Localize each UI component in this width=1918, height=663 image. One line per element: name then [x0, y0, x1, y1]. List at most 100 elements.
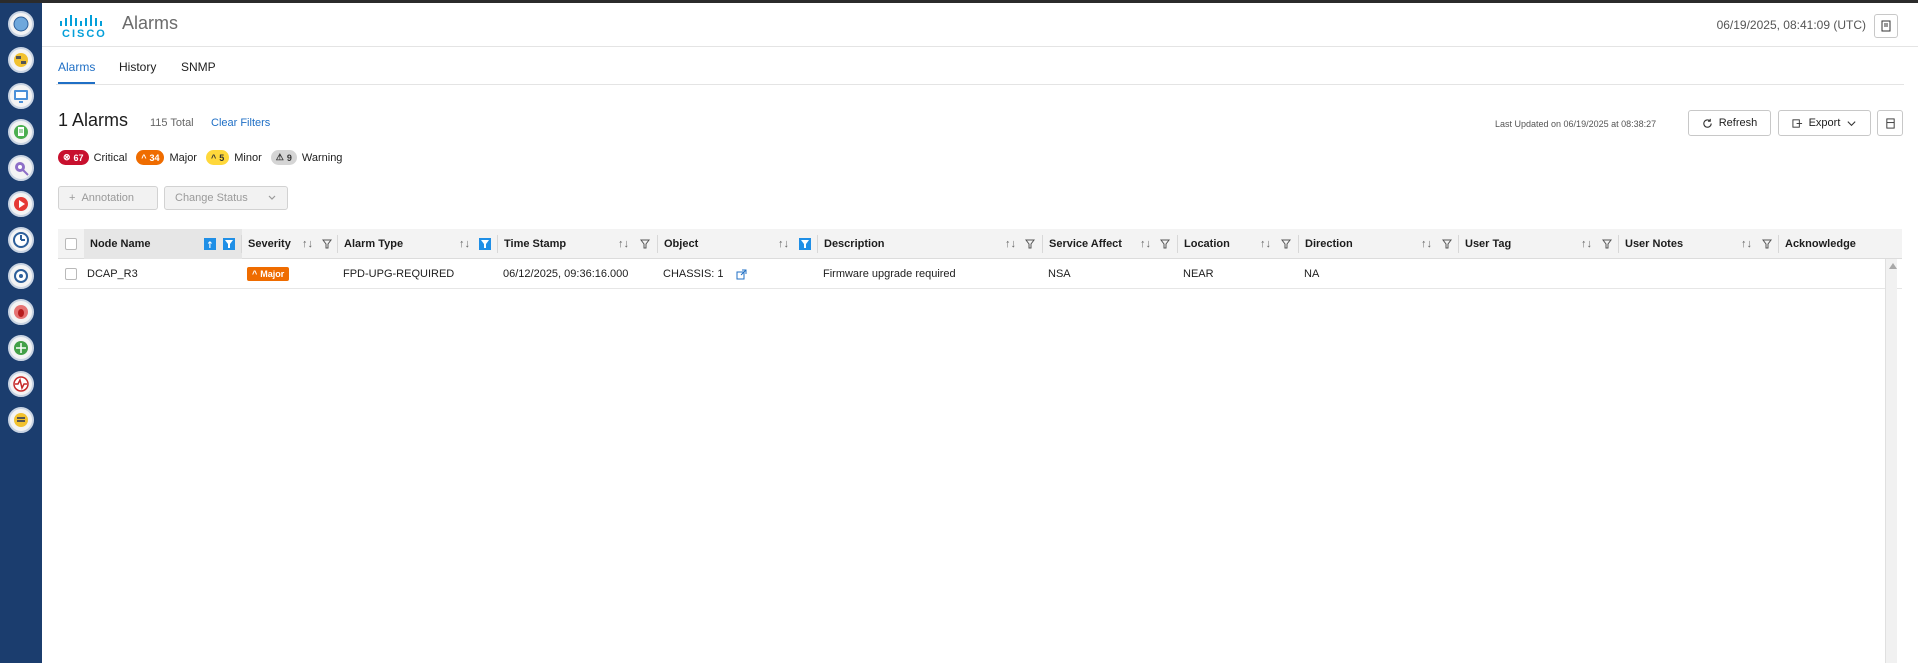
globe-icon[interactable] — [8, 11, 34, 37]
sort-icon[interactable]: ↑↓ — [1581, 238, 1592, 250]
topology-icon[interactable] — [8, 335, 34, 361]
column-direction[interactable]: Direction ↑↓ — [1299, 229, 1459, 259]
filter-icon[interactable] — [639, 238, 651, 250]
clear-filters-link[interactable]: Clear Filters — [211, 117, 270, 129]
filter-active-icon[interactable] — [799, 238, 811, 250]
sort-active-icon[interactable]: ↑ — [204, 238, 216, 250]
filter-icon[interactable] — [1024, 238, 1036, 250]
major-count: 34 — [149, 152, 160, 163]
column-object[interactable]: Object ↑↓ — [658, 229, 818, 259]
warning-icon: ⚠ — [275, 152, 284, 162]
plus-icon: + — [69, 192, 76, 204]
column-user-notes[interactable]: User Notes ↑↓ — [1619, 229, 1779, 259]
chevron-down-icon — [1847, 120, 1856, 126]
column-service-affect[interactable]: Service Affect ↑↓ — [1043, 229, 1178, 259]
column-label: User Tag — [1465, 238, 1512, 250]
header-document-button[interactable] — [1874, 14, 1898, 38]
refresh-label: Refresh — [1718, 117, 1758, 129]
annotation-button[interactable]: + Annotation — [58, 186, 158, 210]
column-label: Description — [824, 238, 885, 250]
column-label: Alarm Type — [344, 238, 404, 250]
warning-label: Warning — [301, 151, 343, 164]
filter-icon[interactable] — [1601, 238, 1613, 250]
critical-count-badge[interactable]: ⊗ 67 — [58, 150, 89, 165]
last-updated-text: Last Updated on 06/19/2025 at 08:38:27 — [1495, 119, 1657, 129]
alarms-table: Node Name ↑ Severity ↑↓ Alarm Type ↑↓ Ti… — [58, 229, 1902, 289]
bug-icon[interactable] — [8, 299, 34, 325]
sort-icon[interactable]: ↑↓ — [1421, 238, 1432, 250]
select-all-checkbox[interactable] — [65, 238, 77, 250]
row-select-cell — [58, 259, 84, 289]
minor-count-badge[interactable]: ^ 5 — [205, 150, 230, 165]
sort-icon[interactable]: ↑↓ — [302, 238, 313, 250]
filter-icon[interactable] — [1280, 238, 1292, 250]
sort-icon[interactable]: ↑↓ — [618, 238, 629, 250]
sort-icon[interactable]: ↑↓ — [1260, 238, 1271, 250]
database-icon[interactable] — [8, 407, 34, 433]
major-count-badge[interactable]: ^ 34 — [136, 150, 165, 165]
row-checkbox[interactable] — [65, 268, 77, 280]
refresh-button[interactable]: Refresh — [1688, 110, 1771, 136]
tab-snmp[interactable]: SNMP — [181, 60, 216, 74]
play-icon[interactable] — [8, 191, 34, 217]
column-description[interactable]: Description ↑↓ — [818, 229, 1043, 259]
column-acknowledge[interactable]: Acknowledge — [1779, 229, 1902, 259]
warning-count-badge[interactable]: ⚠ 9 — [270, 150, 297, 165]
page-title: Alarms — [122, 13, 179, 33]
sort-icon[interactable]: ↑↓ — [778, 238, 789, 250]
severity-summary: ⊗ 67 Critical ^ 34 Major ^ 5 Minor ⚠ 9 W… — [58, 150, 346, 165]
sort-icon[interactable]: ↑↓ — [1140, 238, 1151, 250]
filter-icon[interactable] — [1159, 238, 1171, 250]
tab-divider — [56, 84, 1904, 85]
column-time-stamp[interactable]: Time Stamp ↑↓ — [498, 229, 658, 259]
annotation-label: Annotation — [81, 192, 135, 204]
sort-icon[interactable]: ↑↓ — [459, 238, 470, 250]
logo-text: cisco — [62, 28, 107, 40]
tab-alarms[interactable]: Alarms — [58, 60, 95, 74]
column-user-tag[interactable]: User Tag ↑↓ — [1459, 229, 1619, 259]
select-all-cell — [58, 229, 84, 259]
column-label: Time Stamp — [504, 238, 567, 250]
network-devices-icon[interactable] — [8, 47, 34, 73]
filter-icon[interactable] — [1441, 238, 1453, 250]
document-icon[interactable] — [8, 119, 34, 145]
scroll-up-icon[interactable] — [1889, 263, 1897, 269]
column-alarm-type[interactable]: Alarm Type ↑↓ — [338, 229, 498, 259]
tab-history[interactable]: History — [119, 60, 156, 74]
settings-gear-icon[interactable] — [8, 263, 34, 289]
pulse-icon[interactable] — [8, 371, 34, 397]
critical-label: Critical — [93, 151, 128, 164]
export-button[interactable]: Export — [1778, 110, 1871, 136]
severity-text: Major — [260, 269, 285, 279]
sort-icon[interactable]: ↑↓ — [1005, 238, 1016, 250]
tab-bar: Alarms History SNMP — [42, 47, 1918, 85]
sort-icon[interactable]: ↑↓ — [1741, 238, 1752, 250]
column-label: Location — [1184, 238, 1230, 250]
cell-object: CHASSIS: 1 — [663, 259, 747, 289]
column-label: Acknowledge — [1785, 238, 1856, 250]
gauge-icon[interactable] — [8, 227, 34, 253]
column-label: Severity — [248, 238, 291, 250]
cell-description: Firmware upgrade required — [823, 268, 956, 280]
table-scrollbar[interactable] — [1885, 259, 1897, 663]
column-settings-button[interactable] — [1877, 110, 1903, 136]
cell-service-affect: NSA — [1048, 268, 1071, 280]
refresh-icon — [1703, 118, 1712, 128]
column-node-name[interactable]: Node Name ↑ — [84, 229, 242, 259]
filter-icon[interactable] — [321, 238, 333, 250]
filter-active-icon[interactable] — [223, 238, 235, 250]
critical-icon: ⊗ — [63, 152, 71, 162]
table-row[interactable]: DCAP_R3 ^ Major FPD-UPG-REQUIRED 06/12/2… — [58, 259, 1902, 289]
document-icon — [1881, 20, 1891, 32]
search-node-icon[interactable] — [8, 155, 34, 181]
monitor-icon[interactable] — [8, 83, 34, 109]
table-header: Node Name ↑ Severity ↑↓ Alarm Type ↑↓ Ti… — [58, 229, 1902, 259]
export-label: Export — [1808, 117, 1841, 129]
column-location[interactable]: Location ↑↓ — [1178, 229, 1299, 259]
change-status-select[interactable]: Change Status — [164, 186, 288, 210]
column-severity[interactable]: Severity ↑↓ — [242, 229, 338, 259]
external-link-icon[interactable] — [736, 269, 747, 280]
filter-active-icon[interactable] — [479, 238, 491, 250]
filter-icon[interactable] — [1761, 238, 1773, 250]
cisco-logo: cisco — [58, 11, 108, 43]
